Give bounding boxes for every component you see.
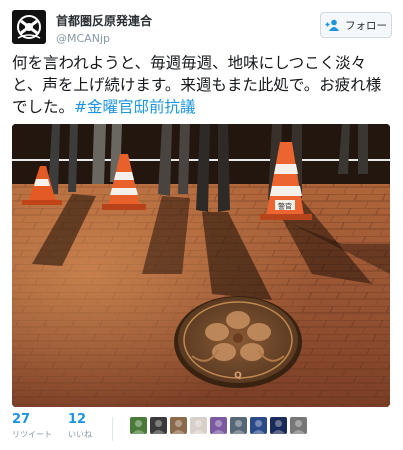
like-count: 12 [68, 412, 87, 427]
follow-user-icon [325, 19, 339, 31]
cone-label: 警官 [278, 202, 292, 211]
tweet-body: 何を言われようと、毎週毎週、地味にしつこく淡々と、声を上げ続けます。来週もまた此… [12, 54, 382, 116]
retweet-stat[interactable]: 27 リツイート [12, 413, 52, 440]
tweet-text: 何を言われようと、毎週毎週、地味にしつこく淡々と、声を上げ続けます。来週もまた此… [12, 52, 392, 118]
manhole-letter: Q [234, 371, 242, 381]
liker-avatar-8[interactable] [270, 417, 287, 434]
liker-avatar-2[interactable] [150, 417, 167, 434]
account-handle[interactable]: @MCANjp [56, 32, 152, 45]
liker-avatar-3[interactable] [170, 417, 187, 434]
mcan-logo-icon[interactable] [12, 10, 46, 44]
tweet-photo[interactable]: 警官 Q [12, 124, 390, 407]
liker-avatar-6[interactable] [230, 417, 247, 434]
follow-button-label: フォロー [345, 19, 387, 32]
follow-button[interactable]: フォロー [320, 12, 392, 38]
like-label: いいね [68, 430, 92, 439]
liker-avatar-1[interactable] [130, 417, 147, 434]
liker-avatar-9[interactable] [290, 417, 307, 434]
protest-street-photo: 警官 Q [12, 124, 390, 407]
tweet-card: 首都圏反原発連合 @MCANjp フォロー 何を言われようと、毎週毎週、地味にし… [0, 0, 403, 450]
like-stat[interactable]: 12 いいね [68, 413, 92, 440]
manhole-cover: Q [174, 296, 302, 388]
tweet-header: 首都圏反原発連合 @MCANjp フォロー [12, 10, 392, 46]
display-name[interactable]: 首都圏反原発連合 [56, 12, 152, 29]
account-names: 首都圏反原発連合 @MCANjp [56, 12, 152, 45]
liker-avatar-4[interactable] [190, 417, 207, 434]
liker-avatar-5[interactable] [210, 417, 227, 434]
liker-avatar-7[interactable] [250, 417, 267, 434]
tweet-stats: 27 リツイート 12 いいね [12, 413, 392, 445]
retweet-count: 27 [12, 412, 31, 427]
liker-avatars [130, 417, 307, 434]
retweet-label: リツイート [12, 430, 52, 439]
stats-divider [112, 417, 113, 441]
hashtag-link[interactable]: #金曜官邸前抗議 [74, 98, 196, 116]
